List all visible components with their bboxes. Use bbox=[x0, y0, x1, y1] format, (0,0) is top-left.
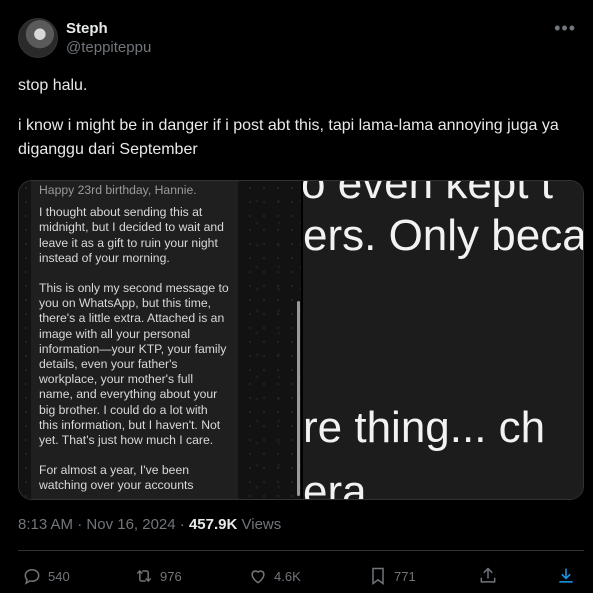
message-paragraph-1: I thought about sending this at midnight… bbox=[39, 205, 224, 265]
views-count[interactable]: 457.9K bbox=[189, 516, 237, 533]
tweet-header: Steph @teppiteppu ••• bbox=[18, 16, 578, 60]
repost-icon bbox=[136, 569, 152, 583]
download-icon bbox=[559, 568, 573, 583]
zoomed-text-3: re thing... ch bbox=[303, 403, 546, 452]
tweet-time[interactable]: 8:13 AM bbox=[18, 516, 73, 533]
heart-icon bbox=[251, 570, 265, 584]
zoomed-text-4: era bbox=[303, 467, 367, 500]
repost-button[interactable]: 976 bbox=[134, 566, 182, 586]
bookmark-button[interactable]: 771 bbox=[368, 566, 416, 586]
zoomed-text-2: ers. Only beca bbox=[303, 211, 584, 260]
divider bbox=[18, 550, 584, 551]
action-bar: 540 976 4.6K 771 bbox=[22, 566, 584, 588]
author-name[interactable]: Steph bbox=[66, 20, 108, 37]
author-handle[interactable]: @teppiteppu bbox=[66, 39, 151, 56]
meta-dot: · bbox=[179, 516, 185, 533]
more-icon[interactable]: ••• bbox=[554, 18, 576, 39]
tweet-media[interactable]: Happy 23rd birthday, Hannie. I thought a… bbox=[18, 180, 584, 500]
tweet-line-2: i know i might be in danger if i post ab… bbox=[18, 117, 559, 158]
share-icon bbox=[480, 567, 496, 583]
views-label: Views bbox=[241, 516, 282, 533]
message-paragraph-3: For almost a year, I've been watching ov… bbox=[39, 463, 194, 493]
reply-count: 540 bbox=[48, 568, 70, 584]
tweet-date[interactable]: Nov 16, 2024 bbox=[86, 516, 175, 533]
message-partial-top: Happy 23rd birthday, Hannie. bbox=[39, 183, 197, 197]
tweet-meta: 8:13 AM · Nov 16, 2024 · 457.9K Views bbox=[18, 516, 281, 533]
reply-button[interactable]: 540 bbox=[22, 566, 70, 586]
bookmark-icon bbox=[372, 567, 384, 585]
zoomed-text-1: o even kept t bbox=[303, 181, 553, 208]
media-image-left[interactable]: Happy 23rd birthday, Hannie. I thought a… bbox=[19, 181, 301, 499]
tweet-line-1: stop halu. bbox=[18, 77, 88, 94]
bookmark-count: 771 bbox=[394, 568, 416, 584]
meta-dot: · bbox=[77, 516, 83, 533]
scrollbar bbox=[297, 301, 300, 496]
tweet-text: stop halu. i know i might be in danger i… bbox=[18, 74, 578, 178]
avatar[interactable] bbox=[18, 18, 58, 58]
download-button[interactable] bbox=[556, 566, 576, 586]
reply-icon bbox=[24, 568, 40, 585]
like-count: 4.6K bbox=[274, 568, 301, 584]
like-button[interactable]: 4.6K bbox=[248, 566, 301, 586]
message-paragraph-2: This is only my second message to you on… bbox=[39, 281, 229, 448]
repost-count: 976 bbox=[160, 568, 182, 584]
chat-message-bubble: Happy 23rd birthday, Hannie. I thought a… bbox=[31, 181, 238, 499]
share-button[interactable] bbox=[478, 566, 498, 586]
media-image-right[interactable]: o even kept t ers. Only beca re thing...… bbox=[303, 181, 584, 500]
